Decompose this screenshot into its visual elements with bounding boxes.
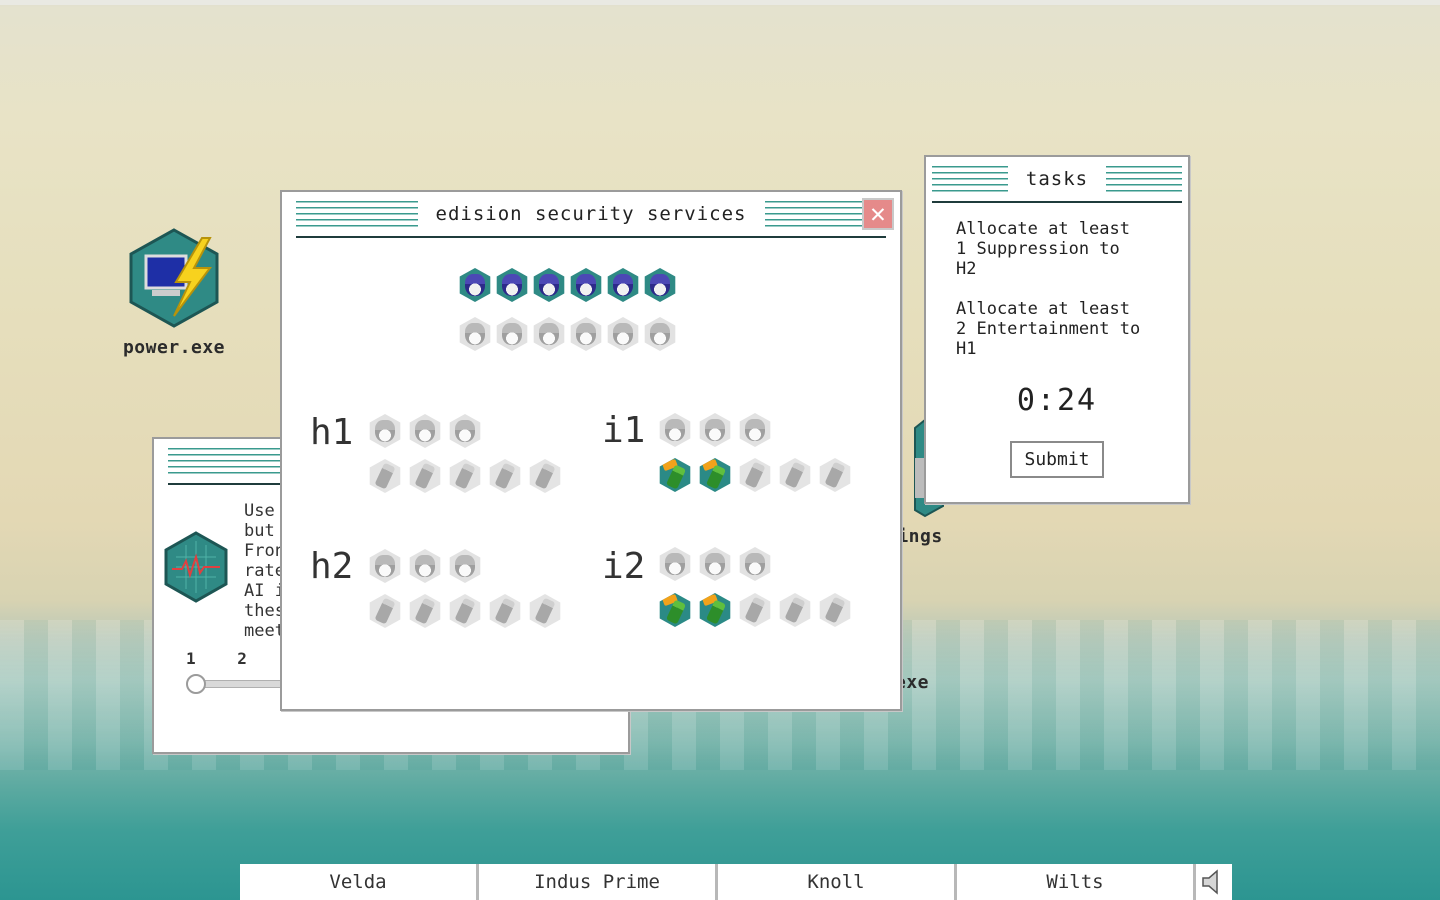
power-icon xyxy=(129,228,219,328)
agent-active-icon[interactable] xyxy=(570,268,602,302)
titlebar-stripes xyxy=(296,201,418,227)
speaker-icon xyxy=(1202,869,1218,895)
agent-idle-icon[interactable] xyxy=(644,317,676,351)
entertainment-active-icon[interactable] xyxy=(699,593,731,627)
suppression-slot-icon[interactable] xyxy=(449,549,481,583)
text-line: meet xyxy=(244,621,285,641)
tab-indus-prime[interactable]: Indus Prime xyxy=(479,864,718,900)
agent-idle-icon[interactable] xyxy=(570,317,602,351)
zone-i2-agents[interactable] xyxy=(658,547,772,581)
suppression-slot-icon[interactable] xyxy=(409,414,441,448)
desktop-icon-power[interactable]: power.exe xyxy=(118,228,230,358)
slider-tick: 2 xyxy=(237,649,247,668)
tasks-title: tasks xyxy=(1025,168,1089,190)
tab-knoll[interactable]: Knoll xyxy=(718,864,957,900)
suppression-slot-icon[interactable] xyxy=(699,547,731,581)
entertainment-active-icon[interactable] xyxy=(659,593,691,627)
zone-label-h2: h2 xyxy=(310,546,354,587)
entertainment-slot-icon[interactable] xyxy=(819,458,851,492)
entertainment-active-icon[interactable] xyxy=(699,458,731,492)
close-icon: ✕ xyxy=(870,199,886,229)
agent-active-icon[interactable] xyxy=(533,268,565,302)
entertainment-slot-icon[interactable] xyxy=(369,459,401,493)
agent-idle-icon[interactable] xyxy=(607,317,639,351)
heart-rate-icon xyxy=(164,531,228,603)
entertainment-slot-icon[interactable] xyxy=(489,594,521,628)
countdown-timer: 0:24 xyxy=(1016,383,1098,418)
suppression-slot-icon[interactable] xyxy=(739,413,771,447)
suppression-slot-icon[interactable] xyxy=(369,414,401,448)
text-line: Use xyxy=(244,501,275,521)
entertainment-active-icon[interactable] xyxy=(659,458,691,492)
entertainment-slot-icon[interactable] xyxy=(449,594,481,628)
desktop-icon-label: power.exe xyxy=(122,337,226,358)
zone-h2-bottles[interactable] xyxy=(368,594,562,628)
entertainment-slot-icon[interactable] xyxy=(529,459,561,493)
agent-pool-active xyxy=(458,268,677,302)
entertainment-slot-icon[interactable] xyxy=(779,593,811,627)
tab-wilts[interactable]: Wilts xyxy=(957,864,1196,900)
task-item-2: Allocate at least 2 Entertainment to H1 xyxy=(956,299,1141,359)
agent-active-icon[interactable] xyxy=(644,268,676,302)
text-line: rate xyxy=(244,561,285,581)
zone-h2-agents[interactable] xyxy=(368,549,482,583)
speaker-button[interactable] xyxy=(1196,864,1232,900)
tasks-window[interactable]: tasks Allocate at least 1 Suppression to… xyxy=(924,155,1190,504)
taskbar: Velda Indus Prime Knoll Wilts xyxy=(240,864,1232,900)
agent-active-icon[interactable] xyxy=(607,268,639,302)
background-window-text: Use but Fron rate AI i thes meet xyxy=(244,501,285,641)
agent-active-icon[interactable] xyxy=(459,268,491,302)
tasks-titlebar[interactable]: tasks xyxy=(932,157,1183,203)
zone-h1-bottles[interactable] xyxy=(368,459,562,493)
zone-label-i2: i2 xyxy=(602,546,646,587)
zone-label-i1: i1 xyxy=(602,410,646,451)
agent-idle-icon[interactable] xyxy=(496,317,528,351)
suppression-slot-icon[interactable] xyxy=(659,547,691,581)
titlebar-stripes xyxy=(932,166,1008,192)
zone-i1-bottles[interactable] xyxy=(658,458,852,492)
slider-tick: 1 xyxy=(186,649,196,668)
submit-button[interactable]: Submit xyxy=(1010,441,1104,478)
suppression-slot-icon[interactable] xyxy=(409,549,441,583)
titlebar-stripes xyxy=(1106,166,1183,192)
task-item-1: Allocate at least 1 Suppression to H2 xyxy=(956,219,1130,279)
zone-h1-agents[interactable] xyxy=(368,414,482,448)
suppression-slot-icon[interactable] xyxy=(659,413,691,447)
suppression-slot-icon[interactable] xyxy=(369,549,401,583)
zone-label-h1: h1 xyxy=(310,412,354,453)
entertainment-slot-icon[interactable] xyxy=(449,459,481,493)
entertainment-slot-icon[interactable] xyxy=(409,459,441,493)
agent-idle-icon[interactable] xyxy=(533,317,565,351)
entertainment-slot-icon[interactable] xyxy=(739,593,771,627)
slider-knob[interactable] xyxy=(186,674,206,694)
entertainment-slot-icon[interactable] xyxy=(529,594,561,628)
titlebar-stripes xyxy=(168,448,288,474)
entertainment-slot-icon[interactable] xyxy=(409,594,441,628)
entertainment-slot-icon[interactable] xyxy=(819,593,851,627)
agent-pool-idle xyxy=(458,317,677,351)
security-title: edision security services xyxy=(435,203,747,225)
suppression-slot-icon[interactable] xyxy=(739,547,771,581)
suppression-slot-icon[interactable] xyxy=(449,414,481,448)
security-window[interactable]: edision security services ✕ h1 i1 h2 i2 xyxy=(280,190,902,711)
zone-i2-bottles[interactable] xyxy=(658,593,852,627)
text-line: but xyxy=(244,521,275,541)
security-titlebar[interactable]: edision security services ✕ xyxy=(296,192,894,238)
top-edge xyxy=(0,0,1440,5)
text-line: Fron xyxy=(244,541,285,561)
entertainment-slot-icon[interactable] xyxy=(369,594,401,628)
tab-velda[interactable]: Velda xyxy=(240,864,479,900)
agent-idle-icon[interactable] xyxy=(459,317,491,351)
text-line: AI i xyxy=(244,581,285,601)
zone-i1-agents[interactable] xyxy=(658,413,772,447)
entertainment-slot-icon[interactable] xyxy=(779,458,811,492)
agent-active-icon[interactable] xyxy=(496,268,528,302)
entertainment-slot-icon[interactable] xyxy=(489,459,521,493)
close-button[interactable]: ✕ xyxy=(862,198,894,230)
text-line: thes xyxy=(244,601,285,621)
suppression-slot-icon[interactable] xyxy=(699,413,731,447)
entertainment-slot-icon[interactable] xyxy=(739,458,771,492)
